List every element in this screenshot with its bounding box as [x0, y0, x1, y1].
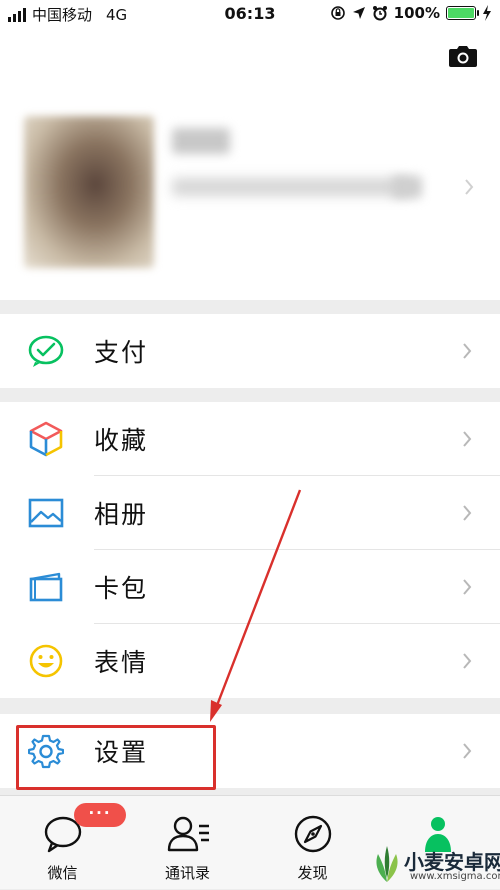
tab-label: 发现 — [297, 864, 328, 882]
tab-contacts[interactable]: 通讯录 — [125, 796, 250, 890]
chevron-right-icon — [463, 579, 472, 595]
menu-label: 表情 — [94, 648, 149, 677]
profile-header[interactable] — [0, 28, 500, 300]
contacts-icon — [167, 816, 209, 852]
unread-badge: ··· — [74, 803, 126, 827]
blurred-wechat-id — [172, 178, 412, 196]
charging-icon — [483, 5, 491, 21]
chevron-right-icon — [463, 343, 472, 359]
menu-item-pay[interactable]: 支付 — [0, 314, 500, 388]
cube-icon — [27, 420, 65, 458]
camera-icon[interactable] — [448, 44, 478, 68]
settings-highlight-box — [16, 725, 216, 790]
battery-icon — [446, 6, 479, 20]
menu-item-album[interactable]: 相册 — [0, 476, 500, 550]
chevron-right-icon — [463, 743, 472, 759]
qr-code-icon[interactable] — [392, 176, 422, 198]
wallet-icon — [27, 568, 65, 606]
watermark-logo-icon — [376, 846, 398, 882]
alarm-icon — [372, 6, 387, 21]
chevron-right-icon — [463, 431, 472, 447]
menu-label: 卡包 — [94, 574, 149, 603]
watermark-url: www.xmsigma.com — [410, 871, 500, 882]
menu-label: 支付 — [94, 338, 149, 367]
battery-percent: 100% — [393, 4, 440, 22]
menu-item-cards[interactable]: 卡包 — [0, 550, 500, 624]
pay-group: 支付 — [0, 314, 500, 388]
avatar[interactable] — [24, 116, 154, 268]
menu-label: 相册 — [94, 500, 149, 529]
location-icon — [352, 7, 365, 19]
menu-item-stickers[interactable]: 表情 — [0, 624, 500, 698]
tab-label: 微信 — [47, 864, 78, 882]
orientation-lock-icon — [330, 6, 345, 20]
site-watermark: 小麦安卓网 www.xmsigma.com — [368, 838, 500, 889]
wechat-pay-icon — [27, 332, 65, 370]
chevron-right-icon — [463, 653, 472, 669]
tab-discover[interactable]: 发现 — [250, 796, 375, 890]
main-group: 收藏 相册 卡包 表情 — [0, 402, 500, 698]
tab-label: 通讯录 — [164, 864, 210, 882]
status-right: 100% — [330, 4, 492, 22]
menu-item-favorites[interactable]: 收藏 — [0, 402, 500, 476]
chevron-right-icon — [465, 179, 474, 195]
blurred-nickname — [172, 128, 230, 154]
status-bar: 中国移动 4G 06:13 100% — [0, 0, 500, 28]
battery-level — [448, 8, 474, 18]
picture-icon — [27, 494, 65, 532]
menu-label: 收藏 — [94, 426, 149, 455]
compass-icon — [294, 815, 331, 853]
smiley-icon — [27, 642, 65, 680]
chevron-right-icon — [463, 505, 472, 521]
